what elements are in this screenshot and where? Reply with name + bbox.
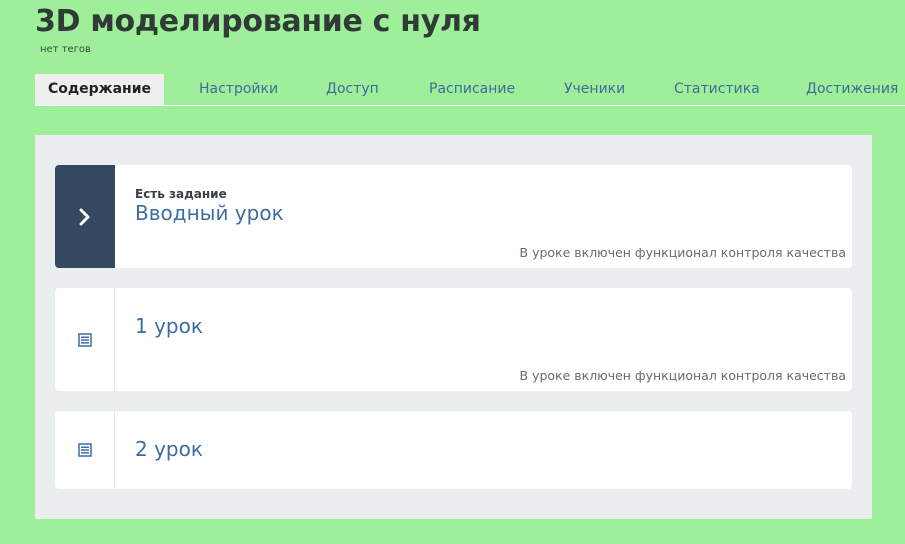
- lesson-card-2[interactable]: 2 урок: [55, 411, 852, 489]
- tab-achievements[interactable]: Достижения: [806, 74, 898, 105]
- lesson-expand-toggle[interactable]: [55, 165, 115, 268]
- lesson-assignment-note: Есть задание: [135, 187, 227, 201]
- course-page: 3D моделирование с нуля нет тегов Содерж…: [0, 0, 905, 544]
- course-tabs: Содержание Настройки Доступ Расписание У…: [35, 74, 905, 106]
- lesson-title-link[interactable]: Вводный урок: [135, 201, 284, 225]
- course-tags: нет тегов: [40, 44, 91, 55]
- tab-students[interactable]: Ученики: [564, 74, 625, 105]
- lesson-title-link[interactable]: 2 урок: [135, 437, 203, 461]
- lesson-icon-cell: [55, 288, 115, 391]
- course-title: 3D моделирование с нуля: [35, 4, 481, 39]
- lesson-card-1[interactable]: 1 урок В уроке включен функционал контро…: [55, 288, 852, 391]
- lesson-icon-cell: [55, 411, 115, 489]
- lesson-list-icon: [77, 332, 92, 347]
- lesson-quality-control-note: В уроке включен функционал контроля каче…: [519, 368, 846, 383]
- lesson-card-intro[interactable]: Есть задание Вводный урок В уроке включе…: [55, 165, 852, 268]
- tab-schedule[interactable]: Расписание: [429, 74, 515, 105]
- lesson-list-icon: [77, 443, 92, 457]
- lesson-title-link[interactable]: 1 урок: [135, 314, 203, 338]
- lessons-panel: Есть задание Вводный урок В уроке включе…: [35, 135, 872, 519]
- tab-settings[interactable]: Настройки: [199, 74, 278, 105]
- chevron-right-icon: [79, 208, 90, 225]
- lesson-quality-control-note: В уроке включен функционал контроля каче…: [519, 245, 846, 260]
- tab-statistics[interactable]: Статистика: [674, 74, 760, 105]
- tab-content[interactable]: Содержание: [35, 74, 164, 105]
- tab-access[interactable]: Доступ: [326, 74, 379, 105]
